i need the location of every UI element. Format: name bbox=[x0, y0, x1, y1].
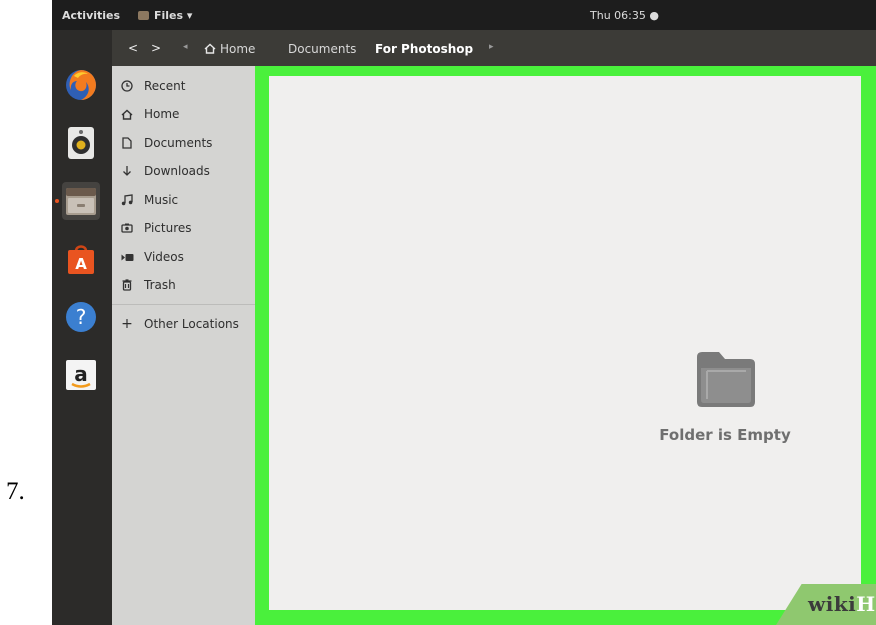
sidebar-item-label: Music bbox=[144, 193, 179, 207]
dock-item-rhythmbox[interactable] bbox=[62, 124, 100, 162]
step-number: 7. bbox=[6, 478, 25, 505]
sidebar-item-label: Recent bbox=[144, 79, 186, 93]
active-indicator bbox=[55, 199, 59, 203]
music-icon bbox=[121, 194, 133, 206]
sidebar-item-label: Pictures bbox=[144, 221, 192, 235]
dock-item-files[interactable] bbox=[62, 182, 100, 220]
folder-view[interactable] bbox=[269, 76, 861, 610]
download-icon bbox=[123, 166, 131, 176]
files-headerbar: < > ◂ Home Documents For Photoshop ▸ bbox=[112, 30, 876, 66]
path-scroll-right-button[interactable]: ▸ bbox=[489, 42, 494, 52]
back-button[interactable]: < bbox=[128, 41, 138, 55]
folder-icon bbox=[697, 352, 755, 407]
sidebar-divider bbox=[112, 304, 255, 305]
plus-icon: + bbox=[121, 316, 133, 332]
empty-folder-message: Folder is Empty bbox=[659, 426, 791, 444]
file-cabinet-icon bbox=[138, 11, 149, 20]
home-icon bbox=[204, 43, 216, 54]
dock-item-ubuntu-software[interactable]: A bbox=[62, 240, 100, 278]
dock-item-help[interactable]: ? bbox=[62, 298, 100, 336]
trash-icon bbox=[122, 279, 132, 291]
breadcrumb-documents[interactable]: Documents bbox=[288, 42, 356, 56]
sidebar-item-trash[interactable]: Trash bbox=[112, 273, 255, 297]
dock: A ? a bbox=[52, 30, 112, 625]
svg-text:a: a bbox=[74, 362, 88, 386]
document-icon bbox=[122, 137, 132, 149]
top-bar: Activities Files ▾ Thu 06:35 ● bbox=[52, 0, 876, 30]
breadcrumb-current[interactable]: For Photoshop bbox=[375, 42, 473, 56]
watermark-how: How bbox=[856, 592, 876, 616]
file-cabinet-icon bbox=[66, 188, 96, 215]
clock-icon bbox=[121, 80, 133, 92]
sidebar-item-other-locations[interactable]: + Other Locations bbox=[112, 312, 255, 336]
breadcrumb-home-label: Home bbox=[220, 42, 256, 56]
sidebar-item-label: Videos bbox=[144, 250, 184, 264]
app-menu-label: Files ▾ bbox=[154, 9, 193, 22]
sidebar-item-label: Documents bbox=[144, 136, 213, 150]
wikihow-watermark: wikiHow bbox=[808, 592, 876, 616]
sidebar-item-music[interactable]: Music bbox=[112, 188, 255, 212]
sidebar-item-documents[interactable]: Documents bbox=[112, 131, 255, 155]
places-sidebar: Recent Home Documents Downloads Music Pi… bbox=[112, 66, 255, 625]
camera-icon bbox=[121, 223, 133, 233]
clock[interactable]: Thu 06:35 ● bbox=[590, 9, 659, 22]
svg-text:A: A bbox=[75, 255, 87, 273]
sidebar-item-label: Other Locations bbox=[144, 317, 239, 331]
sidebar-item-label: Downloads bbox=[144, 164, 210, 178]
sidebar-item-label: Trash bbox=[144, 278, 176, 292]
svg-text:?: ? bbox=[76, 305, 87, 329]
activities-button[interactable]: Activities bbox=[62, 9, 120, 22]
sidebar-item-downloads[interactable]: Downloads bbox=[112, 159, 255, 183]
sidebar-item-home[interactable]: Home bbox=[112, 102, 255, 126]
sidebar-item-videos[interactable]: Videos bbox=[112, 245, 255, 269]
dock-item-firefox[interactable] bbox=[62, 66, 100, 104]
watermark-wiki: wiki bbox=[808, 592, 857, 616]
path-scroll-left-button[interactable]: ◂ bbox=[183, 42, 188, 52]
sidebar-item-pictures[interactable]: Pictures bbox=[112, 216, 255, 240]
breadcrumb-home[interactable]: Home bbox=[204, 42, 255, 56]
ubuntu-desktop: Activities Files ▾ Thu 06:35 ● A ? a < >… bbox=[52, 0, 876, 625]
firefox-icon bbox=[66, 70, 96, 100]
sidebar-item-label: Home bbox=[144, 107, 180, 121]
amazon-icon: a bbox=[66, 360, 96, 390]
dock-item-amazon[interactable]: a bbox=[62, 356, 100, 394]
shopping-bag-icon: A bbox=[68, 245, 94, 274]
home-icon bbox=[121, 109, 133, 120]
sidebar-item-recent[interactable]: Recent bbox=[112, 74, 255, 98]
speaker-icon bbox=[68, 127, 94, 159]
forward-button[interactable]: > bbox=[151, 41, 161, 55]
video-icon bbox=[121, 253, 133, 261]
help-icon: ? bbox=[66, 302, 96, 332]
app-menu[interactable]: Files ▾ bbox=[138, 9, 192, 22]
